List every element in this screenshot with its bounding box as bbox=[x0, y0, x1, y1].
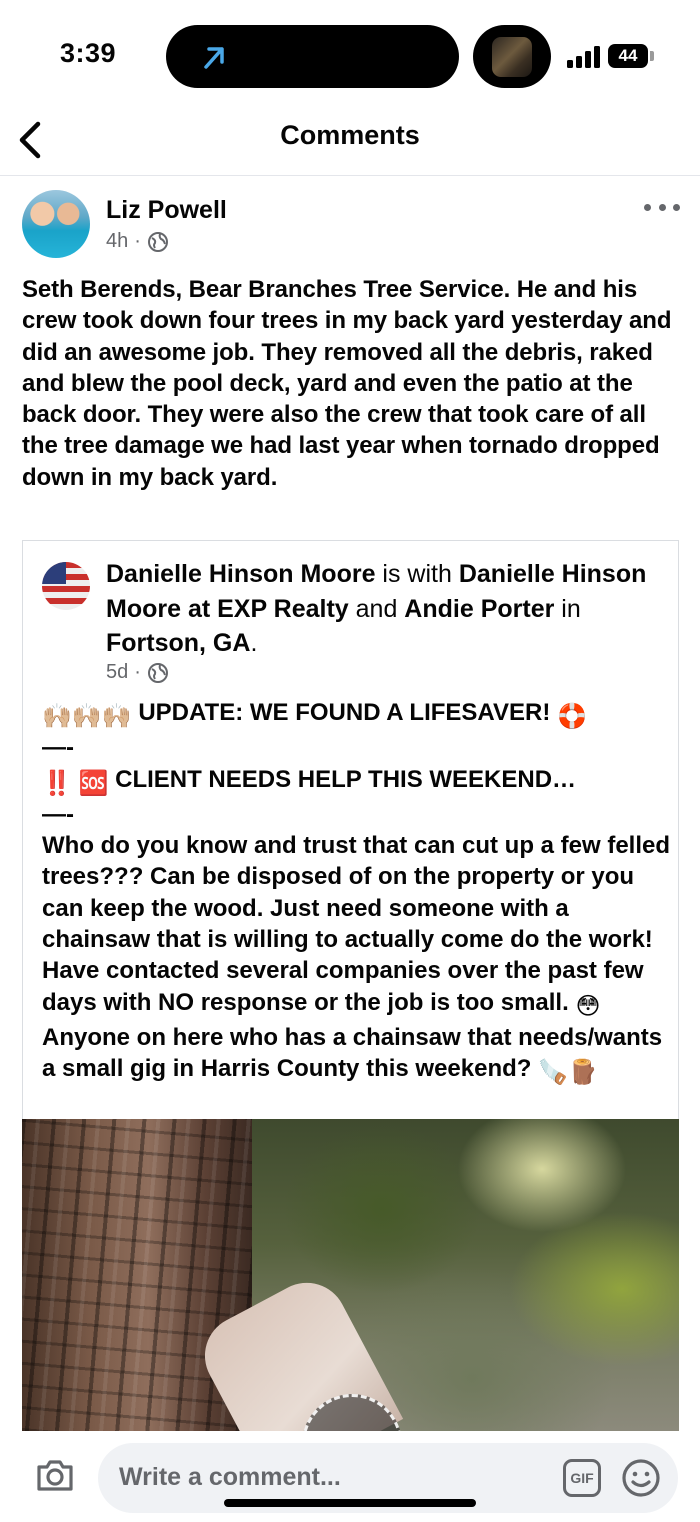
body-text: Who do you know and trust that can cut u… bbox=[42, 832, 671, 1016]
shared-author-name[interactable]: Danielle Hinson Moore bbox=[106, 560, 375, 588]
dash-divider: —- bbox=[42, 800, 74, 828]
help-line: CLIENT NEEDS HELP THIS WEEKEND… bbox=[108, 765, 577, 793]
gif-button[interactable]: GIF bbox=[563, 1459, 601, 1497]
comments-header: Comments bbox=[0, 110, 700, 176]
lifebuoy-emoji: 🛟 bbox=[556, 703, 587, 730]
now-playing-island[interactable] bbox=[473, 25, 551, 88]
shared-post-video[interactable] bbox=[22, 1119, 679, 1431]
raised-hands-emoji: 🙌🏼🙌🏼🙌🏼 bbox=[42, 703, 132, 730]
shared-post-header: Danielle Hinson Moore is with Danielle H… bbox=[106, 557, 666, 661]
camera-icon[interactable] bbox=[34, 1454, 76, 1496]
more-dot bbox=[644, 203, 651, 211]
shared-post-text: 🙌🏼🙌🏼🙌🏼 UPDATE: WE FOUND A LIFESAVER! 🛟 —… bbox=[42, 697, 672, 1089]
tagged-person[interactable]: Andie Porter bbox=[404, 595, 554, 623]
location-link[interactable]: Fortson, GA bbox=[106, 629, 250, 657]
comment-placeholder: Write a comment... bbox=[119, 1463, 341, 1491]
and-text: and bbox=[348, 594, 405, 623]
dash-divider: —- bbox=[42, 734, 74, 762]
post-text: Seth Berends, Bear Branches Tree Service… bbox=[22, 276, 672, 491]
post-meta: 4h · bbox=[106, 230, 169, 253]
meta-separator: · bbox=[134, 230, 141, 252]
shared-post-time[interactable]: 5d bbox=[106, 661, 128, 684]
battery-level: 44 bbox=[618, 46, 638, 65]
signal-icon bbox=[567, 46, 601, 68]
period: . bbox=[250, 629, 258, 657]
sos-emoji: ‼️ 🆘 bbox=[42, 769, 109, 797]
shared-post-card[interactable]: Danielle Hinson Moore is with Danielle H… bbox=[22, 540, 679, 1120]
status-bar: 3:39 44 bbox=[0, 0, 700, 110]
update-line: UPDATE: WE FOUND A LIFESAVER! bbox=[131, 699, 557, 726]
in-text: in bbox=[554, 594, 581, 623]
location-arrow-icon bbox=[204, 47, 224, 69]
dynamic-island[interactable] bbox=[166, 25, 459, 88]
home-indicator[interactable] bbox=[224, 1499, 476, 1507]
page-title: Comments bbox=[280, 120, 420, 150]
globe-icon bbox=[147, 662, 168, 683]
shared-post-meta: 5d · bbox=[106, 661, 169, 684]
comment-bar: Write a comment... GIF bbox=[0, 1431, 700, 1522]
author-name[interactable]: Liz Powell bbox=[106, 196, 227, 225]
globe-icon bbox=[147, 231, 168, 252]
author-avatar[interactable] bbox=[22, 190, 90, 258]
meta-separator: · bbox=[134, 661, 141, 683]
with-text: is with bbox=[375, 560, 459, 588]
saw-wood-emoji: 🪚🪵 bbox=[538, 1059, 598, 1087]
more-dot bbox=[673, 203, 680, 211]
flushed-emoji: 😳 bbox=[575, 992, 601, 1020]
battery-tip bbox=[650, 51, 654, 61]
smiley-icon[interactable] bbox=[621, 1458, 661, 1498]
album-art bbox=[492, 37, 532, 77]
battery-icon: 44 bbox=[608, 44, 648, 68]
status-time: 3:39 bbox=[60, 38, 117, 68]
more-options-button[interactable] bbox=[644, 195, 680, 219]
more-dot bbox=[658, 203, 666, 211]
shared-author-avatar[interactable] bbox=[42, 562, 90, 610]
post-time[interactable]: 4h bbox=[106, 230, 128, 253]
